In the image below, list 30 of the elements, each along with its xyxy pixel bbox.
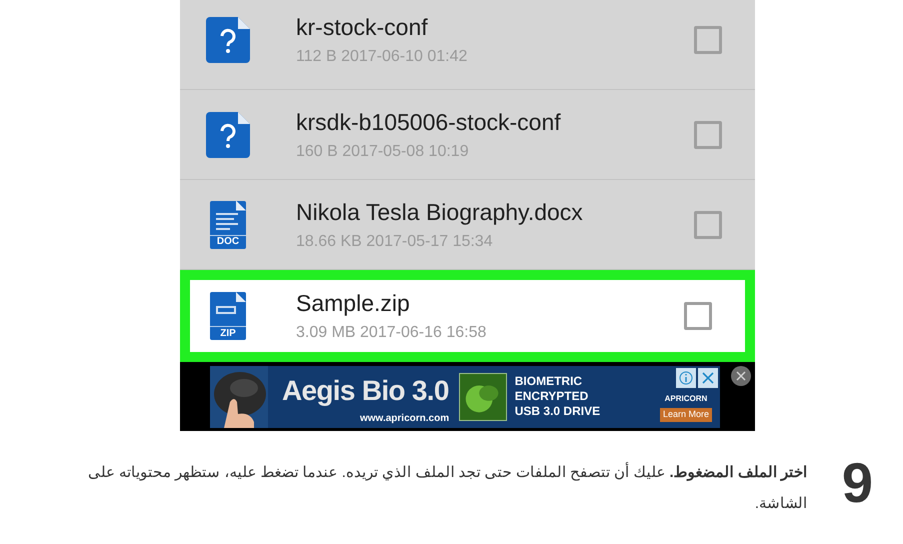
close-icon[interactable] (698, 368, 718, 388)
step-number: 9 (840, 455, 873, 511)
archive-file-icon: ZIP (210, 292, 246, 340)
document-file-icon: DOC (210, 200, 246, 248)
checkbox[interactable] (694, 26, 722, 54)
file-details: 160 B 2017-05-08 10:19 (296, 142, 470, 160)
ad-headline: Aegis Bio 3.0 (282, 374, 449, 408)
file-details: 112 B 2017-06-10 01:42 (296, 48, 468, 66)
checkbox[interactable] (694, 120, 722, 148)
learn-more-button[interactable]: Learn More (660, 408, 712, 422)
file-name: krsdk-b105006-stock-conf (296, 108, 562, 134)
file-name: Nikola Tesla Biography.docx (296, 198, 584, 224)
info-icon[interactable] (676, 368, 696, 388)
ad-banner[interactable]: Aegis Bio 3.0 www.apricorn.com BIOMETRIC ENCRYPTED USB 3.0 DRIVE APRICORN Learn More (210, 366, 720, 428)
file-name: Sample.zip (296, 290, 411, 316)
step-description: اختر الملف المضغوط. عليك أن تتصفح الملفات حتى تجد الملف الذي تريده. عندما تضغط عليه، ستظهر محتوياته على الشاشة. (86, 461, 807, 514)
file-details: 3.09 MB 2017-06-16 16:58 (296, 324, 488, 342)
close-icon[interactable] (731, 366, 751, 386)
checkbox[interactable] (694, 210, 722, 238)
file-row[interactable]: ZIP Sample.zip 3.09 MB 2017-06-16 16:58 (180, 270, 755, 362)
ad-tagline: ENCRYPTED (514, 389, 590, 404)
unknown-file-icon (206, 112, 250, 158)
ad-url: www.apricorn.com (360, 412, 450, 426)
unknown-file-icon (206, 16, 250, 62)
file-name: kr-stock-conf (296, 14, 429, 40)
ad-tagline: BIOMETRIC (514, 374, 584, 389)
brand-name: APRICORN (664, 393, 708, 406)
ad-tagline: USB 3.0 DRIVE (514, 404, 600, 419)
file-details: 18.66 KB 2017-05-17 15:34 (296, 232, 494, 250)
checkbox[interactable] (684, 302, 712, 330)
